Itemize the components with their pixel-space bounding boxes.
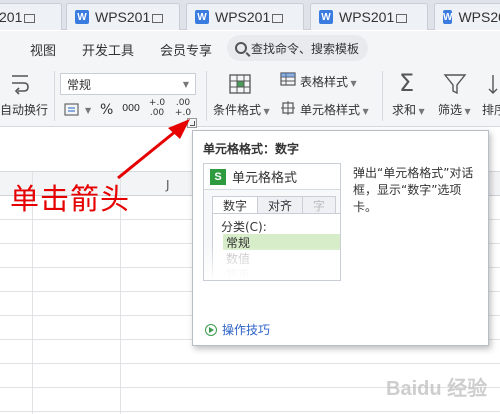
preview-tab-number: 数字 <box>212 196 259 214</box>
tips-link-label: 操作技巧 <box>222 323 271 337</box>
tooltip-popover: 单元格格式：数字 S 单元格格式 数字 对齐 字 分类(C): 常规 数值 货币… <box>192 130 489 346</box>
dialog-preview: S 单元格格式 数字 对齐 字 分类(C): 常规 数值 货币 <box>203 163 341 281</box>
tips-link[interactable]: 操作技巧 <box>205 321 270 338</box>
tooltip-title: 单元格格式：数字 <box>203 142 300 156</box>
watermark: Baidu 经验 <box>386 378 488 400</box>
annotation-text: 单击箭头 <box>10 182 131 216</box>
preview-tab-font: 字 <box>302 196 337 214</box>
spreadsheet-app-icon: S <box>210 168 226 185</box>
preview-header: S 单元格格式 <box>204 164 340 190</box>
preview-dialog-title: 单元格格式 <box>232 171 298 186</box>
play-icon <box>205 323 217 336</box>
preview-category-label: 分类(C): <box>221 220 267 234</box>
tooltip-description: 弹出“单元格格式”对话框，显示“数字”选项卡。 <box>353 166 474 214</box>
preview-tab-align: 对齐 <box>257 196 304 214</box>
preview-tabs: 数字 对齐 字 <box>212 196 337 214</box>
preview-fade <box>204 246 340 280</box>
